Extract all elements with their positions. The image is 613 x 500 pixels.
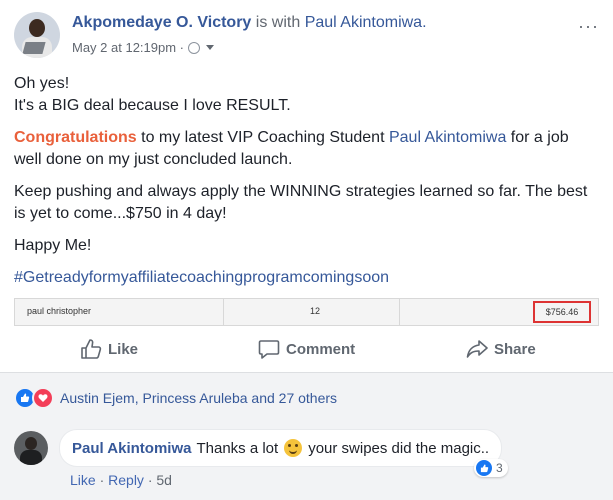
comment-meta: Like · Reply · 5d (70, 472, 172, 488)
with-text: is with (255, 14, 301, 31)
text-paragraph-3: Keep pushing and always apply the WINNIN… (14, 183, 588, 222)
globe-icon (188, 41, 200, 54)
smile-emoji-icon (284, 439, 303, 457)
love-reaction-icon (32, 387, 54, 409)
tagged-user[interactable]: Paul Akintomiwa. (305, 14, 427, 31)
comment-icon (258, 340, 280, 359)
like-button[interactable]: Like (80, 334, 138, 364)
text-p2a: to my latest VIP Coaching Student (136, 129, 389, 146)
screenshot-amount-cell: $756.46 (533, 301, 591, 323)
comment-likes-badge[interactable]: 3 (474, 459, 508, 477)
screenshot-divider (223, 299, 224, 325)
congrats-word: Congratulations (14, 129, 137, 146)
screenshot-count-cell: 12 (310, 306, 321, 316)
chevron-down-icon[interactable] (206, 45, 214, 50)
like-reaction-icon (476, 460, 492, 476)
comment-bubble: Paul Akintomiwa Thanks a lot your swipes… (59, 429, 503, 467)
text-paragraph-4: Happy Me! (14, 237, 92, 254)
comment-likes-count: 3 (496, 461, 503, 475)
comment-reply-link[interactable]: Reply (108, 472, 144, 488)
separator-dot: · (99, 472, 105, 488)
student-link[interactable]: Paul Akintomiwa (389, 129, 506, 146)
post-actions: Like Comment Share (14, 334, 599, 364)
text-line-2: It's a BIG deal because I love RESULT. (14, 97, 291, 114)
text-line-1: Oh yes! (14, 75, 70, 92)
hashtag-link[interactable]: #Getreadyformyaffiliatecoachingprogramco… (14, 267, 599, 289)
attached-screenshot[interactable]: paul christopher 12 $756.46 (14, 298, 599, 326)
thumbs-up-icon (81, 339, 102, 359)
post-header: Akpomedaye O. Victory is with Paul Akint… (14, 12, 599, 62)
comment-button[interactable]: Comment (258, 334, 355, 364)
post-meta: May 2 at 12:19pm · (72, 40, 214, 55)
facebook-post: Akpomedaye O. Victory is with Paul Akint… (0, 0, 613, 500)
share-button[interactable]: Share (466, 334, 536, 364)
commenter-avatar[interactable] (14, 431, 48, 465)
share-label: Share (494, 340, 536, 358)
comment-text-b: your swipes did the magic.. (308, 439, 490, 457)
comment-like-link[interactable]: Like (70, 472, 96, 488)
reactions-summary[interactable]: Austin Ejem, Princess Aruleba and 27 oth… (14, 387, 337, 409)
more-options-icon[interactable]: ··· (578, 16, 599, 37)
screenshot-divider (399, 299, 400, 325)
post-timestamp[interactable]: May 2 at 12:19pm · (72, 40, 184, 55)
author-line: Akpomedaye O. Victory is with Paul Akint… (72, 14, 427, 32)
comment-age[interactable]: · 5d (148, 472, 172, 488)
author-name[interactable]: Akpomedaye O. Victory (72, 14, 251, 31)
share-icon (466, 340, 488, 358)
like-label: Like (108, 340, 139, 358)
reactions-text: Austin Ejem, Princess Aruleba and 27 oth… (60, 390, 338, 406)
post-text: Oh yes! It's a BIG deal because I love R… (14, 73, 599, 299)
post-footer: Austin Ejem, Princess Aruleba and 27 oth… (0, 373, 613, 500)
author-avatar[interactable] (14, 12, 60, 58)
commenter-name[interactable]: Paul Akintomiwa (72, 440, 191, 457)
comment-text-a: Thanks a lot (196, 439, 279, 457)
screenshot-name-cell: paul christopher (27, 306, 92, 316)
comment-label: Comment (286, 340, 356, 358)
